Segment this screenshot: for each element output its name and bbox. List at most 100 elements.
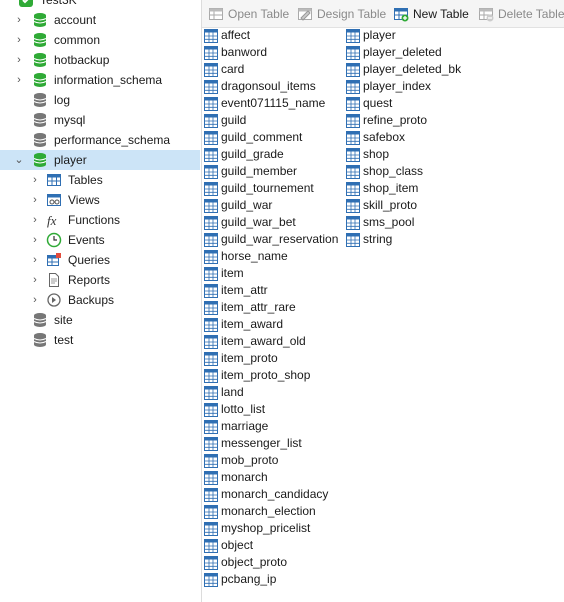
database-icon — [32, 312, 48, 328]
table-item[interactable]: horse_name — [204, 248, 338, 265]
table-name: shop_class — [363, 164, 424, 178]
table-name: banword — [221, 45, 268, 59]
table-name: guild_war — [221, 198, 273, 212]
connection-item[interactable]: Test3K — [0, 0, 200, 10]
table-item[interactable]: object — [204, 537, 338, 554]
table-icon — [204, 232, 218, 247]
table-item[interactable]: player — [346, 27, 461, 44]
table-item[interactable]: sms_pool — [346, 214, 461, 231]
table-name: player — [363, 28, 396, 42]
table-name: item_proto_shop — [221, 368, 311, 382]
delete-table-button[interactable]: Delete Table — [478, 4, 564, 24]
table-item[interactable]: mob_proto — [204, 452, 338, 469]
db-item-player[interactable]: ⌄ player — [0, 150, 200, 170]
table-item[interactable]: monarch_candidacy — [204, 486, 338, 503]
table-icon — [346, 164, 360, 179]
chevron-right-icon[interactable]: › — [30, 270, 40, 290]
db-item-common[interactable]: › common — [0, 30, 200, 50]
tree-item-backups[interactable]: › Backups — [0, 290, 200, 310]
table-item[interactable]: dragonsoul_items — [204, 78, 338, 95]
table-item[interactable]: monarch_election — [204, 503, 338, 520]
chevron-right-icon[interactable]: › — [30, 250, 40, 270]
tree-item-queries[interactable]: › Queries — [0, 250, 200, 270]
table-item[interactable]: player_deleted_bk — [346, 61, 461, 78]
table-item[interactable]: refine_proto — [346, 112, 461, 129]
table-item[interactable]: shop — [346, 146, 461, 163]
table-item[interactable]: shop_class — [346, 163, 461, 180]
db-item-test[interactable]: test — [0, 330, 200, 350]
table-item[interactable]: player_deleted — [346, 44, 461, 61]
design-table-button[interactable]: Design Table — [297, 4, 386, 24]
chevron-right-icon[interactable]: › — [30, 210, 40, 230]
tree-item-reports[interactable]: › Reports — [0, 270, 200, 290]
table-item[interactable]: lotto_list — [204, 401, 338, 418]
chevron-right-icon[interactable]: › — [14, 30, 24, 50]
table-item[interactable]: guild_member — [204, 163, 338, 180]
table-item[interactable]: marriage — [204, 418, 338, 435]
table-item[interactable]: guild_war — [204, 197, 338, 214]
chevron-right-icon[interactable]: › — [30, 170, 40, 190]
table-item[interactable]: messenger_list — [204, 435, 338, 452]
query-icon — [46, 252, 62, 268]
table-item[interactable]: pcbang_ip — [204, 571, 338, 588]
table-item[interactable]: card — [204, 61, 338, 78]
db-item-hotbackup[interactable]: › hotbackup — [0, 50, 200, 70]
table-name: pcbang_ip — [221, 572, 277, 586]
chevron-right-icon[interactable]: › — [14, 50, 24, 70]
table-item[interactable]: item_award — [204, 316, 338, 333]
table-name: affect — [221, 28, 251, 42]
chevron-right-icon[interactable]: › — [30, 230, 40, 250]
table-name: string — [363, 232, 393, 246]
chevron-right-icon[interactable]: › — [14, 10, 24, 30]
table-item[interactable]: guild — [204, 112, 338, 129]
table-item[interactable]: guild_comment — [204, 129, 338, 146]
table-item[interactable]: guild_war_reservation — [204, 231, 338, 248]
chevron-right-icon[interactable]: › — [30, 190, 40, 210]
table-item[interactable]: item_proto_shop — [204, 367, 338, 384]
table-item[interactable]: skill_proto — [346, 197, 461, 214]
table-item[interactable]: myshop_pricelist — [204, 520, 338, 537]
new-table-button[interactable]: New Table — [393, 4, 469, 24]
table-item[interactable]: affect — [204, 27, 338, 44]
chevron-right-icon[interactable]: › — [14, 70, 24, 90]
table-name: guild_war_reservation — [221, 232, 339, 246]
table-name: safebox — [363, 130, 406, 144]
chevron-right-icon[interactable]: › — [30, 290, 40, 310]
table-item[interactable]: guild_grade — [204, 146, 338, 163]
table-item[interactable]: banword — [204, 44, 338, 61]
db-item-site[interactable]: site — [0, 310, 200, 330]
tree-item-tables[interactable]: › Tables — [0, 170, 200, 190]
function-icon: fx — [46, 212, 62, 228]
table-item[interactable]: guild_tournement — [204, 180, 338, 197]
chevron-down-icon[interactable]: ⌄ — [14, 150, 24, 170]
tree-item-views[interactable]: › Views — [0, 190, 200, 210]
database-icon — [32, 12, 48, 28]
table-name: object — [221, 538, 254, 552]
table-icon — [204, 96, 218, 111]
table-item[interactable]: string — [346, 231, 461, 248]
tree-item-functions[interactable]: › fx Functions — [0, 210, 200, 230]
db-item-performance-schema[interactable]: performance_schema — [0, 130, 200, 150]
table-item[interactable]: player_index — [346, 78, 461, 95]
table-icon — [346, 198, 360, 213]
open-table-button[interactable]: Open Table — [208, 4, 289, 24]
db-item-log[interactable]: log — [0, 90, 200, 110]
table-item[interactable]: item — [204, 265, 338, 282]
table-item[interactable]: guild_war_bet — [204, 214, 338, 231]
table-item[interactable]: event071115_name — [204, 95, 338, 112]
table-item[interactable]: safebox — [346, 129, 461, 146]
table-item[interactable]: quest — [346, 95, 461, 112]
table-item[interactable]: object_proto — [204, 554, 338, 571]
table-item[interactable]: land — [204, 384, 338, 401]
table-item[interactable]: shop_item — [346, 180, 461, 197]
tree-item-events[interactable]: › Events — [0, 230, 200, 250]
db-label: hotbackup — [54, 53, 110, 67]
table-item[interactable]: item_proto — [204, 350, 338, 367]
table-item[interactable]: item_attr — [204, 282, 338, 299]
table-item[interactable]: monarch — [204, 469, 338, 486]
db-item-mysql[interactable]: mysql — [0, 110, 200, 130]
db-item-information-schema[interactable]: › information_schema — [0, 70, 200, 90]
db-item-account[interactable]: › account — [0, 10, 200, 30]
table-item[interactable]: item_attr_rare — [204, 299, 338, 316]
table-item[interactable]: item_award_old — [204, 333, 338, 350]
